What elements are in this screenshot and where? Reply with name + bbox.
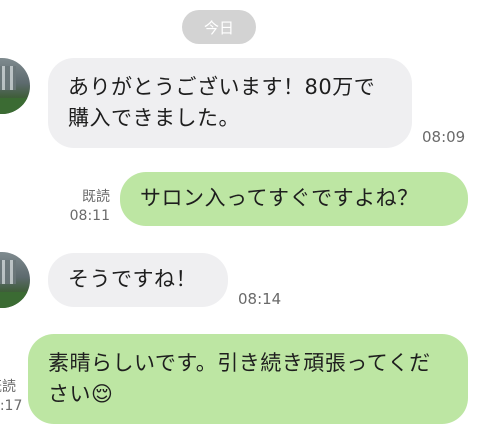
avatar-photo-ground	[0, 98, 30, 114]
avatar-photo-ground	[0, 292, 30, 308]
avatar[interactable]	[0, 252, 30, 308]
message-bubble-incoming[interactable]: ありがとうございます！80万で購入できました。	[48, 58, 412, 148]
read-receipt: 既読 08:11	[58, 188, 110, 226]
message-time: 08:14	[238, 290, 282, 308]
message-time: 08:17	[0, 398, 23, 414]
message-time: 08:09	[422, 128, 466, 146]
avatar[interactable]	[0, 58, 30, 114]
message-bubble-outgoing[interactable]: 素晴らしいです。引き続き頑張ってください😌	[28, 334, 468, 424]
message-bubble-outgoing[interactable]: サロン入ってすぐですよね？	[120, 172, 468, 226]
message-bubble-incoming[interactable]: そうですね！	[48, 253, 228, 307]
avatar-photo-detail	[0, 260, 16, 284]
avatar-photo-detail	[0, 66, 16, 90]
read-label: 既読	[82, 189, 110, 205]
date-divider: 今日	[182, 10, 256, 44]
read-label: 既読	[0, 379, 16, 395]
message-time: 08:11	[69, 208, 110, 224]
read-receipt: 既読 08:17	[0, 378, 23, 416]
